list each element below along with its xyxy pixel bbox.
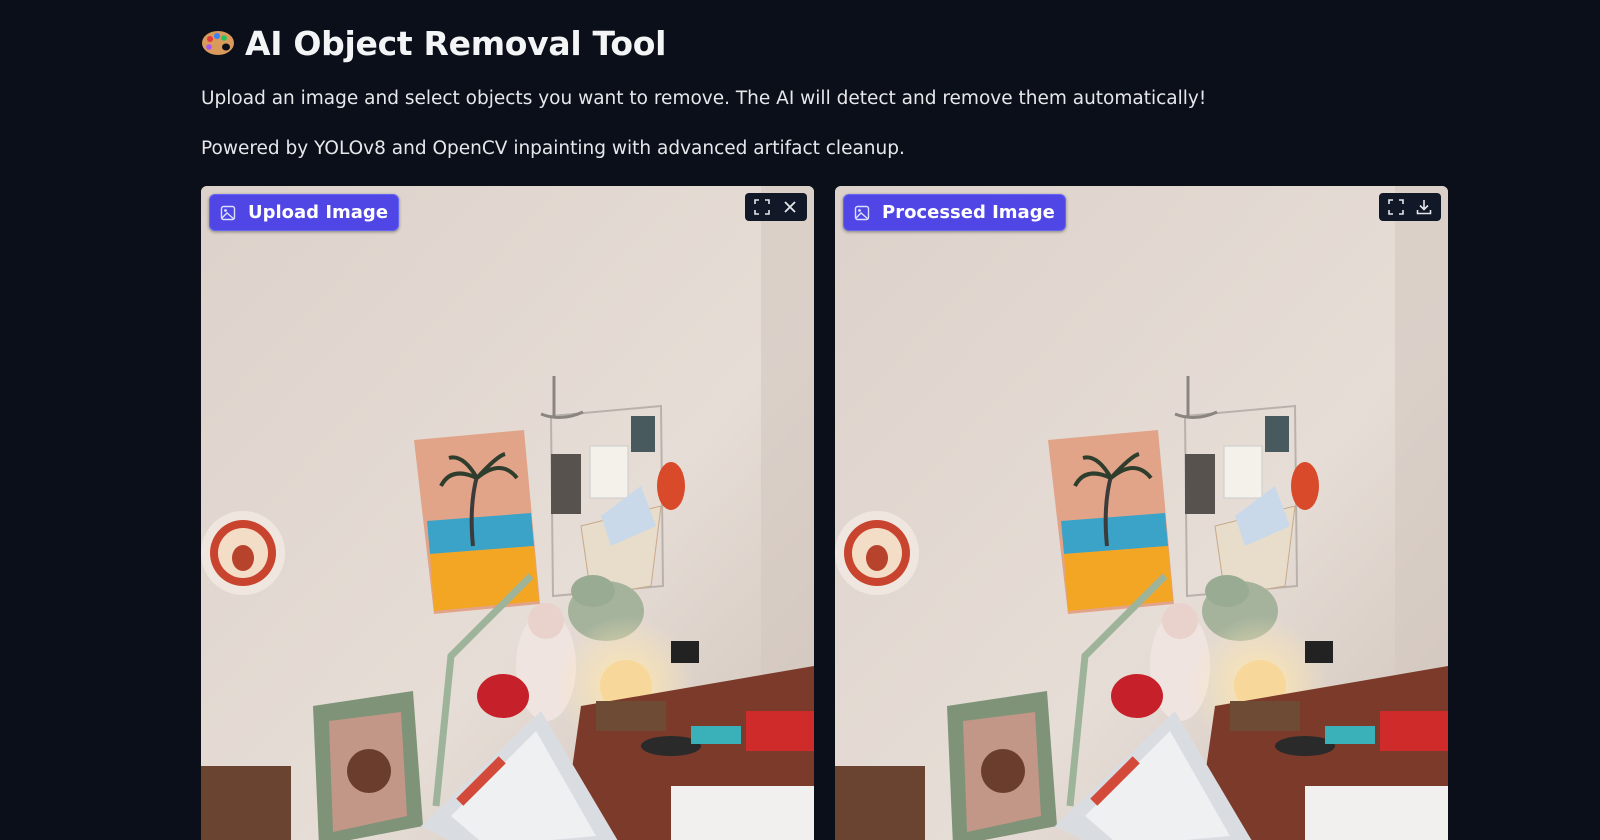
image-icon xyxy=(852,203,872,223)
palette-icon xyxy=(201,28,235,58)
download-icon[interactable] xyxy=(1411,195,1437,219)
fullscreen-icon[interactable] xyxy=(1383,195,1409,219)
close-icon[interactable] xyxy=(777,195,803,219)
processed-image-label-text: Processed Image xyxy=(882,202,1055,223)
upload-image-toolbar xyxy=(745,193,807,221)
page-title: AI Object Removal Tool xyxy=(201,20,666,66)
title-text: AI Object Removal Tool xyxy=(245,23,667,63)
upload-image-label: Upload Image xyxy=(209,194,400,231)
upload-image-panel[interactable]: Upload Image xyxy=(201,186,814,840)
powered-by-text: Powered by YOLOv8 and OpenCV inpainting … xyxy=(201,138,905,159)
uploaded-photo xyxy=(201,186,814,840)
fullscreen-icon[interactable] xyxy=(749,195,775,219)
processed-image-label: Processed Image xyxy=(843,194,1066,231)
processed-image-panel: Processed Image xyxy=(835,186,1448,840)
app-container: AI Object Removal Tool Upload an image a… xyxy=(201,0,1448,840)
image-icon xyxy=(218,203,238,223)
description-text: Upload an image and select objects you w… xyxy=(201,88,1207,109)
upload-image-label-text: Upload Image xyxy=(248,202,389,223)
processed-photo xyxy=(835,186,1448,840)
processed-image-toolbar xyxy=(1379,193,1441,221)
